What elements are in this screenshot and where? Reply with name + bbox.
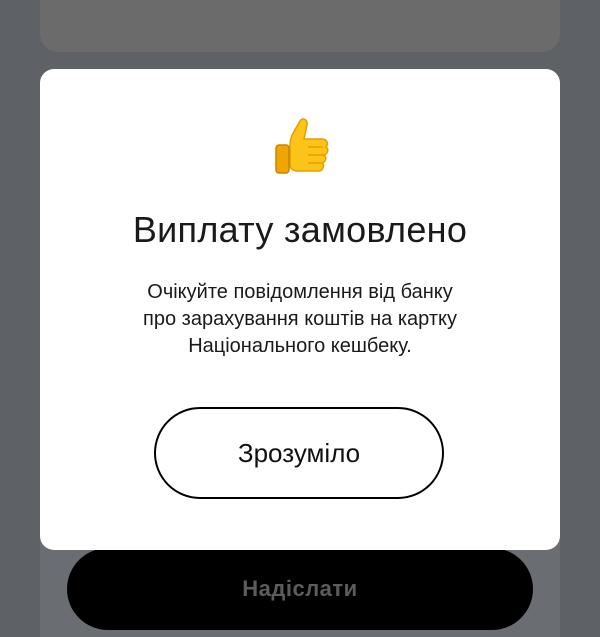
ok-button[interactable]: Зрозуміло <box>154 407 444 499</box>
thumbs-up-icon <box>40 117 560 183</box>
dialog-title: Виплату замовлено <box>132 209 468 250</box>
background-card <box>40 0 560 52</box>
dialog-message-line: Очікуйте повідомлення від банку <box>147 281 453 303</box>
success-dialog: Виплату замовлено Очікуйте повідомлення … <box>40 69 560 550</box>
dialog-message-line: про зарахування коштів на картку <box>143 308 457 330</box>
send-button: Надіслати <box>67 548 533 630</box>
dialog-message: Очікуйте повідомлення від банку про зара… <box>80 279 520 360</box>
dialog-message-line: Національного кешбеку. <box>188 335 412 357</box>
